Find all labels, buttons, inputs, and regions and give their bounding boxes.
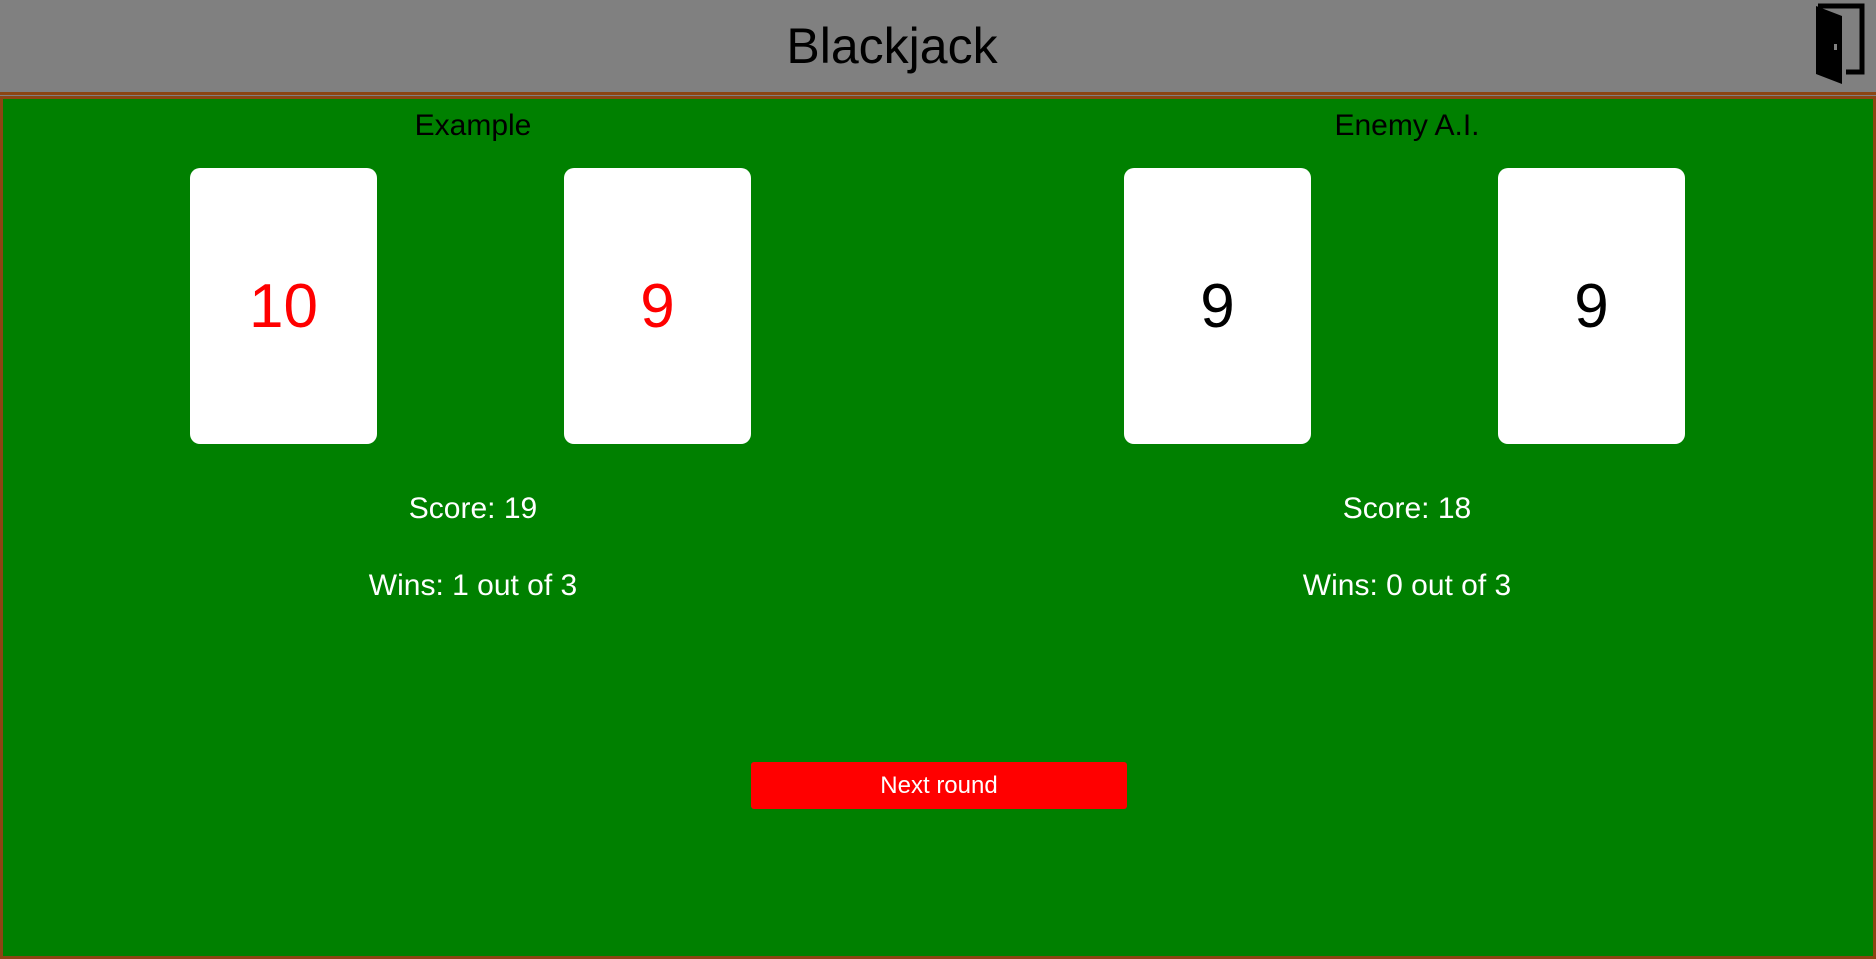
blackjack-app: Blackjack Example 10 9 Score: 19 Wins: 1…: [0, 0, 1876, 959]
player-card: 9: [564, 168, 751, 444]
next-round-button[interactable]: Next round: [751, 762, 1127, 809]
page-title: Blackjack: [786, 18, 998, 74]
door-exit-icon: [1816, 3, 1865, 84]
enemy-score: Score: 18: [1342, 492, 1472, 525]
enemy-card: 9: [1498, 168, 1685, 444]
game-table: Example 10 9 Score: 19 Wins: 1 out of 3 …: [0, 96, 1876, 959]
player-card: 10: [190, 168, 377, 444]
enemy-wins: Wins: 0 out of 3: [1302, 569, 1512, 602]
header-bar: Blackjack: [0, 0, 1876, 95]
enemy-card: 9: [1124, 168, 1311, 444]
exit-button[interactable]: [1808, 2, 1866, 86]
player-wins: Wins: 1 out of 3: [368, 569, 578, 602]
player-score: Score: 19: [408, 492, 538, 525]
player-name: Example: [414, 109, 532, 142]
enemy-name: Enemy A.I.: [1334, 109, 1480, 142]
